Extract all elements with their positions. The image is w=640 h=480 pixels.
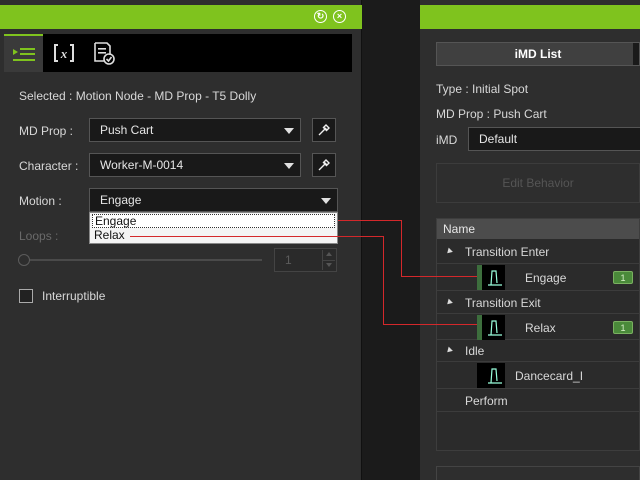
chevron-down-icon — [321, 198, 331, 204]
type-text: Type : Initial Spot — [436, 82, 529, 96]
panel-titlebar — [420, 5, 640, 29]
motion-thumbnail-icon — [477, 265, 505, 290]
character-value: Worker-M-0014 — [100, 158, 184, 172]
md-prop-label: MD Prop : — [19, 124, 74, 138]
motion-label: Motion : — [19, 194, 62, 208]
chevron-down-icon — [284, 128, 294, 134]
interruptible-checkbox[interactable] — [19, 289, 33, 303]
interruptible-label: Interruptible — [42, 289, 106, 303]
motion-value: Engage — [100, 193, 142, 207]
tab-motion[interactable] — [4, 34, 43, 72]
character-label: Character : — [19, 159, 79, 173]
loops-label: Loops : — [19, 229, 59, 243]
tree-item-label: Relax — [525, 321, 556, 335]
imd-tree: Name Transition Enter Engage 1 Transitio… — [436, 218, 640, 451]
chevron-down-icon — [284, 163, 294, 169]
tree-group-row[interactable]: Idle — [437, 341, 639, 362]
checklist-icon — [93, 42, 115, 65]
imd-value: Default — [479, 132, 518, 146]
header-separator — [633, 43, 639, 65]
tree-group-label: Transition Exit — [465, 296, 541, 310]
tab-checklist[interactable] — [84, 34, 123, 72]
motion-dropdown-list: Engage Relax — [89, 212, 338, 244]
close-icon[interactable]: × — [333, 10, 346, 23]
tree-item-label: Engage — [525, 271, 567, 285]
tree-leaf-row[interactable]: Perform — [437, 390, 639, 412]
md-prop-picker-button[interactable] — [312, 118, 336, 142]
character-picker-button[interactable] — [312, 153, 336, 177]
md-prop-value: Push Cart — [100, 123, 154, 137]
refresh-icon[interactable]: ↻ — [314, 10, 327, 23]
dropdown-option-engage[interactable]: Engage — [92, 214, 335, 228]
connector-line-engage — [338, 220, 402, 221]
tree-item-label: Dancecard_I — [515, 369, 584, 383]
character-select[interactable]: Worker-M-0014 — [89, 153, 301, 177]
panel-titlebar: ↻ × — [0, 5, 362, 29]
selected-node-text: Selected : Motion Node - MD Prop - T5 Do… — [19, 89, 257, 103]
loops-slider-track[interactable] — [22, 259, 262, 261]
count-badge: 1 — [613, 321, 633, 334]
motion-list-icon — [12, 48, 35, 61]
eyedropper-icon — [318, 124, 330, 136]
tab-variables[interactable]: x — [44, 34, 83, 72]
loops-value: 1 — [285, 253, 292, 267]
expand-arrow-icon[interactable] — [445, 247, 453, 256]
eyedropper-icon — [318, 159, 330, 171]
expand-arrow-icon[interactable] — [445, 298, 453, 307]
spin-down-icon[interactable] — [322, 260, 335, 270]
tree-item-row[interactable]: Dancecard_I — [437, 363, 639, 389]
imd-md-prop-text: MD Prop : Push Cart — [436, 107, 547, 121]
connector-line-engage — [401, 220, 402, 277]
motion-select[interactable]: Engage — [89, 188, 338, 212]
connector-line-engage — [401, 276, 477, 277]
imd-list-title: iMD List — [514, 47, 562, 61]
connector-line-relax — [383, 236, 384, 325]
bottom-button-edge — [436, 466, 640, 480]
motion-thumbnail-icon — [477, 315, 505, 340]
motion-thumbnail-icon — [477, 363, 505, 388]
variable-x-icon: x — [53, 44, 74, 62]
tree-group-row[interactable]: Transition Exit — [437, 292, 639, 314]
loops-spinbox[interactable]: 1 — [274, 248, 337, 272]
tree-group-label: Idle — [465, 344, 485, 358]
imd-list-header: iMD List — [436, 42, 640, 66]
count-badge: 1 — [613, 271, 633, 284]
expand-arrow-icon[interactable] — [445, 346, 453, 355]
tree-group-label: Transition Enter — [465, 245, 550, 259]
panel-tabbar: x — [0, 34, 352, 72]
tree-item-row[interactable]: Engage 1 — [437, 265, 639, 291]
imd-select[interactable]: Default — [468, 127, 640, 151]
loops-slider-thumb[interactable] — [18, 254, 30, 266]
connector-line-relax — [130, 236, 384, 237]
imd-label: iMD — [436, 133, 458, 147]
tree-leaf-label: Perform — [465, 394, 508, 408]
tree-item-row[interactable]: Relax 1 — [437, 315, 639, 340]
md-prop-select[interactable]: Push Cart — [89, 118, 301, 142]
tree-group-row[interactable]: Transition Enter — [437, 240, 639, 264]
connector-line-relax — [383, 324, 477, 325]
svg-text:x: x — [59, 46, 67, 61]
edit-behavior-button[interactable]: Edit Behavior — [436, 163, 640, 203]
column-header-name[interactable]: Name — [437, 219, 639, 239]
